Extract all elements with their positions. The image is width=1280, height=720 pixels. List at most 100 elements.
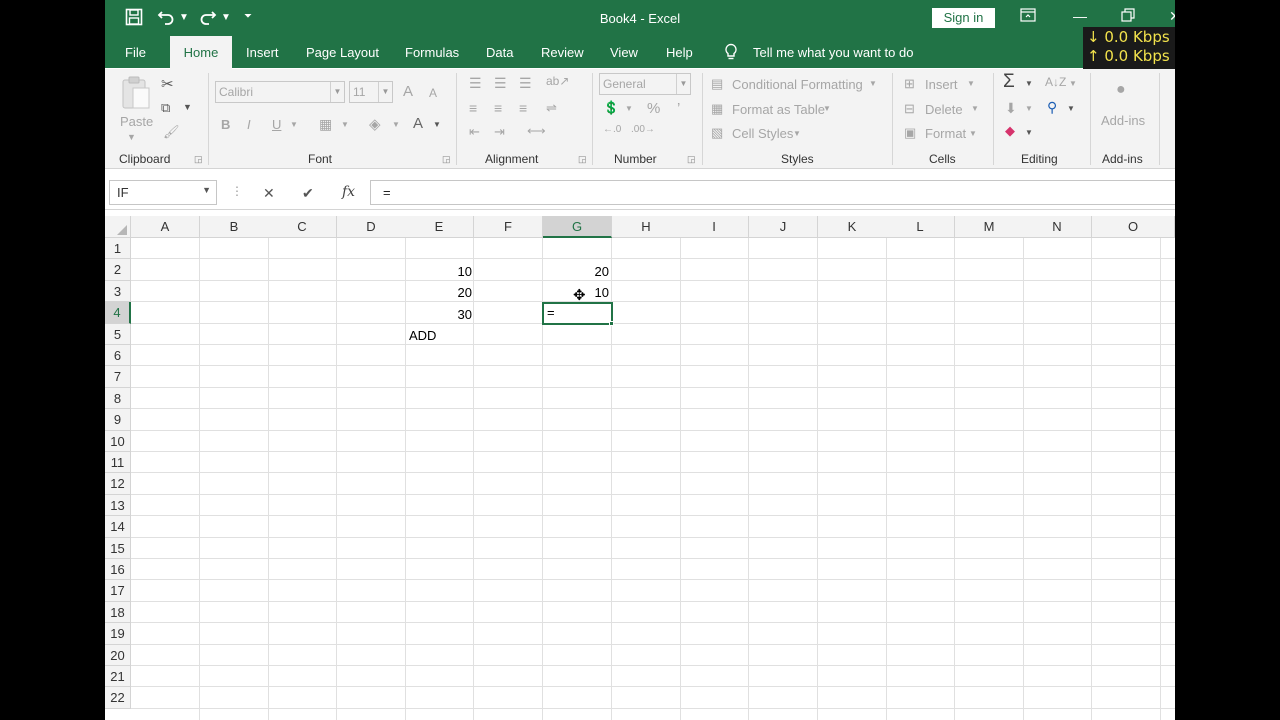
wrap-text-icon[interactable]: ⇌ xyxy=(546,100,557,116)
cancel-entry-icon[interactable]: ✕ xyxy=(263,185,275,202)
format-as-table-icon[interactable]: ▦ xyxy=(711,101,723,117)
copy-icon[interactable]: ⧉ xyxy=(161,100,170,116)
chevron-down-icon[interactable]: ▼ xyxy=(823,104,831,113)
column-header-L[interactable]: L xyxy=(886,216,955,238)
tab-insert[interactable]: Insert xyxy=(246,45,279,60)
cell-G2[interactable]: 20 xyxy=(544,261,611,282)
sign-in-button[interactable]: Sign in xyxy=(932,8,995,28)
font-name-combo[interactable]: Calibri ▼ xyxy=(215,81,345,103)
chevron-down-icon[interactable]: ▼ xyxy=(969,129,977,138)
tab-file[interactable]: File xyxy=(125,45,146,60)
accounting-format-icon[interactable]: 💲 xyxy=(603,100,619,116)
find-select-icon[interactable]: ⚲ xyxy=(1047,99,1057,116)
row-header-10[interactable]: 10 xyxy=(105,430,131,452)
tab-page-layout[interactable]: Page Layout xyxy=(306,45,379,60)
cell-styles-icon[interactable]: ▧ xyxy=(711,125,723,141)
number-format-combo[interactable]: General ▼ xyxy=(599,73,691,95)
comma-style-button[interactable]: ’ xyxy=(677,100,680,117)
column-header-B[interactable]: B xyxy=(200,216,269,238)
row-header-22[interactable]: 22 xyxy=(105,687,131,709)
tab-review[interactable]: Review xyxy=(541,45,584,60)
worksheet-grid[interactable]: ABCDEFGHIJKLMNO 1 2 3 4 5 6 7 8 9 10 11 12 13 14 15 16 1… xyxy=(105,216,1175,720)
paste-icon[interactable] xyxy=(120,75,152,114)
borders-dropdown-icon[interactable]: ▼ xyxy=(341,120,349,129)
tab-formulas[interactable]: Formulas xyxy=(405,45,459,60)
align-bottom-icon[interactable]: ☰ xyxy=(519,75,532,92)
ribbon-display-options-icon[interactable] xyxy=(1020,8,1036,25)
paste-label[interactable]: Paste xyxy=(120,114,153,129)
name-box[interactable]: IF ▼ xyxy=(109,180,217,205)
shrink-font-icon[interactable]: A xyxy=(429,86,437,100)
align-center-icon[interactable]: ≡ xyxy=(494,100,502,116)
align-middle-icon[interactable]: ☰ xyxy=(494,75,507,92)
chevron-down-icon[interactable]: ▼ xyxy=(330,82,344,102)
row-header-1[interactable]: 1 xyxy=(105,238,131,260)
row-header-7[interactable]: 7 xyxy=(105,366,131,388)
copy-dropdown-icon[interactable]: ▼ xyxy=(183,102,192,112)
increase-indent-icon[interactable]: ⇥ xyxy=(494,124,505,140)
column-header-A[interactable]: A xyxy=(131,216,200,238)
column-header-C[interactable]: C xyxy=(268,216,337,238)
chevron-down-icon[interactable]: ▼ xyxy=(1025,79,1033,88)
formula-bar-grip-icon[interactable]: ⋮ xyxy=(231,184,243,198)
percent-style-button[interactable]: % xyxy=(647,100,660,117)
row-header-8[interactable]: 8 xyxy=(105,387,131,410)
add-ins-button[interactable]: Add-ins xyxy=(1101,113,1145,128)
restore-icon[interactable] xyxy=(1121,8,1135,25)
align-top-icon[interactable]: ☰ xyxy=(469,75,482,92)
alignment-launcher-icon[interactable]: ◲ xyxy=(578,154,587,165)
sort-filter-icon[interactable]: A↓Z xyxy=(1045,75,1066,89)
borders-icon[interactable]: ▦ xyxy=(319,116,332,133)
font-color-dropdown-icon[interactable]: ▼ xyxy=(433,120,441,129)
formula-input[interactable]: = xyxy=(370,180,1175,205)
chevron-down-icon[interactable]: ▼ xyxy=(971,104,979,113)
row-header-3[interactable]: 3 xyxy=(105,280,131,303)
delete-cells-button[interactable]: Delete xyxy=(925,102,963,117)
close-icon[interactable]: ✕ xyxy=(1169,8,1175,25)
enter-entry-icon[interactable]: ✔ xyxy=(302,185,314,202)
chevron-down-icon[interactable]: ▼ xyxy=(967,79,975,88)
chevron-down-icon[interactable]: ▼ xyxy=(1025,104,1033,113)
cell-E5[interactable]: ADD xyxy=(409,325,476,346)
align-right-icon[interactable]: ≡ xyxy=(519,100,527,116)
row-header-17[interactable]: 17 xyxy=(105,580,131,602)
decrease-decimal-icon[interactable]: .00→ xyxy=(631,124,655,135)
column-header-N[interactable]: N xyxy=(1023,216,1092,238)
chevron-down-icon[interactable]: ▼ xyxy=(1025,128,1033,137)
accounting-dropdown-icon[interactable]: ▼ xyxy=(625,104,633,113)
row-header-21[interactable]: 21 xyxy=(105,666,131,688)
column-header-E[interactable]: E xyxy=(405,216,474,238)
italic-button[interactable]: I xyxy=(247,117,251,132)
column-header-M[interactable]: M xyxy=(955,216,1024,238)
row-header-6[interactable]: 6 xyxy=(105,345,131,367)
orientation-icon[interactable]: ab↗ xyxy=(546,74,569,88)
column-header-D[interactable]: D xyxy=(337,216,406,238)
row-header-4[interactable]: 4 xyxy=(105,302,131,324)
row-header-5[interactable]: 5 xyxy=(105,323,131,345)
row-header-11[interactable]: 11 xyxy=(105,452,131,474)
chevron-down-icon[interactable]: ▼ xyxy=(676,74,690,94)
format-cells-icon[interactable]: ▣ xyxy=(904,125,916,141)
format-as-table-button[interactable]: Format as Table xyxy=(732,102,825,117)
chevron-down-icon[interactable]: ▼ xyxy=(1069,79,1077,88)
column-header-G[interactable]: G xyxy=(543,216,612,238)
clear-icon[interactable]: ◆ xyxy=(1005,123,1015,139)
increase-decimal-icon[interactable]: ←.0 xyxy=(603,124,621,135)
row-header-2[interactable]: 2 xyxy=(105,259,131,281)
lightbulb-icon[interactable] xyxy=(724,43,738,65)
tab-data[interactable]: Data xyxy=(486,45,513,60)
cell-E3[interactable]: 20 xyxy=(407,282,474,303)
row-header-12[interactable]: 12 xyxy=(105,473,131,495)
underline-button[interactable]: U xyxy=(272,117,281,132)
minimize-icon[interactable]: — xyxy=(1073,8,1087,24)
format-cells-button[interactable]: Format xyxy=(925,126,966,141)
cell-E2[interactable]: 10 xyxy=(407,261,474,282)
insert-cells-icon[interactable]: ⊞ xyxy=(904,76,915,92)
row-header-18[interactable]: 18 xyxy=(105,601,131,624)
underline-dropdown-icon[interactable]: ▼ xyxy=(290,120,298,129)
row-header-13[interactable]: 13 xyxy=(105,494,131,517)
clipboard-launcher-icon[interactable]: ◲ xyxy=(194,154,203,165)
row-header-19[interactable]: 19 xyxy=(105,623,131,645)
tell-me-search[interactable]: Tell me what you want to do xyxy=(753,45,913,60)
insert-function-icon[interactable]: fx xyxy=(342,184,355,200)
